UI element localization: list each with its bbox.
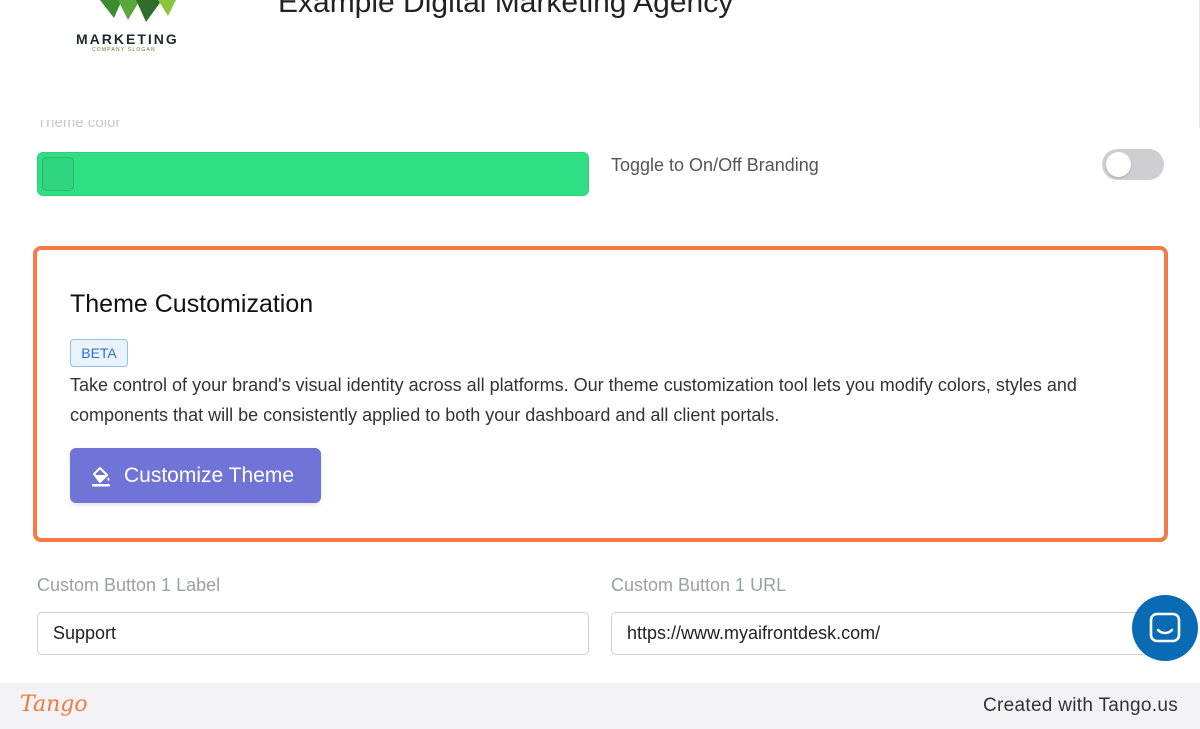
beta-badge: BETA — [70, 339, 128, 367]
toggle-knob — [1106, 152, 1131, 177]
branding-toggle-label: Toggle to On/Off Branding — [611, 155, 819, 175]
theme-color-label: Theme color — [37, 120, 121, 131]
custom-button-label-input[interactable]: Support — [37, 612, 589, 655]
paint-bucket-icon — [92, 466, 110, 486]
customize-theme-label: Customize Theme — [124, 463, 295, 487]
custom-button-url-label: Custom Button 1 URL — [611, 575, 787, 595]
page-header: MARKETING COMPANY SLOGAN Example Digital… — [0, 0, 1200, 128]
theme-customization-title: Theme Customization — [70, 290, 314, 318]
custom-button-url-input[interactable]: https://www.myaifrontdesk.com/ — [611, 612, 1151, 655]
logo-text: MARKETING — [76, 31, 179, 47]
custom-button-label-label: Custom Button 1 Label — [37, 575, 221, 595]
branding-toggle[interactable] — [1102, 149, 1164, 180]
agency-title: Example Digital Marketing Agency — [278, 0, 734, 19]
customize-theme-button[interactable]: Customize Theme — [70, 448, 321, 503]
color-swatch[interactable] — [42, 157, 74, 191]
tango-logo: Tango — [20, 692, 88, 717]
footer-credit: Created with Tango.us — [982, 695, 1178, 716]
logo-slogan: COMPANY SLOGAN — [92, 47, 156, 53]
chat-icon — [1149, 612, 1181, 643]
theme-customization-description: Take control of your brand's visual iden… — [70, 375, 1077, 425]
chat-launcher-button[interactable] — [1132, 595, 1198, 661]
theme-color-picker[interactable] — [37, 152, 589, 196]
